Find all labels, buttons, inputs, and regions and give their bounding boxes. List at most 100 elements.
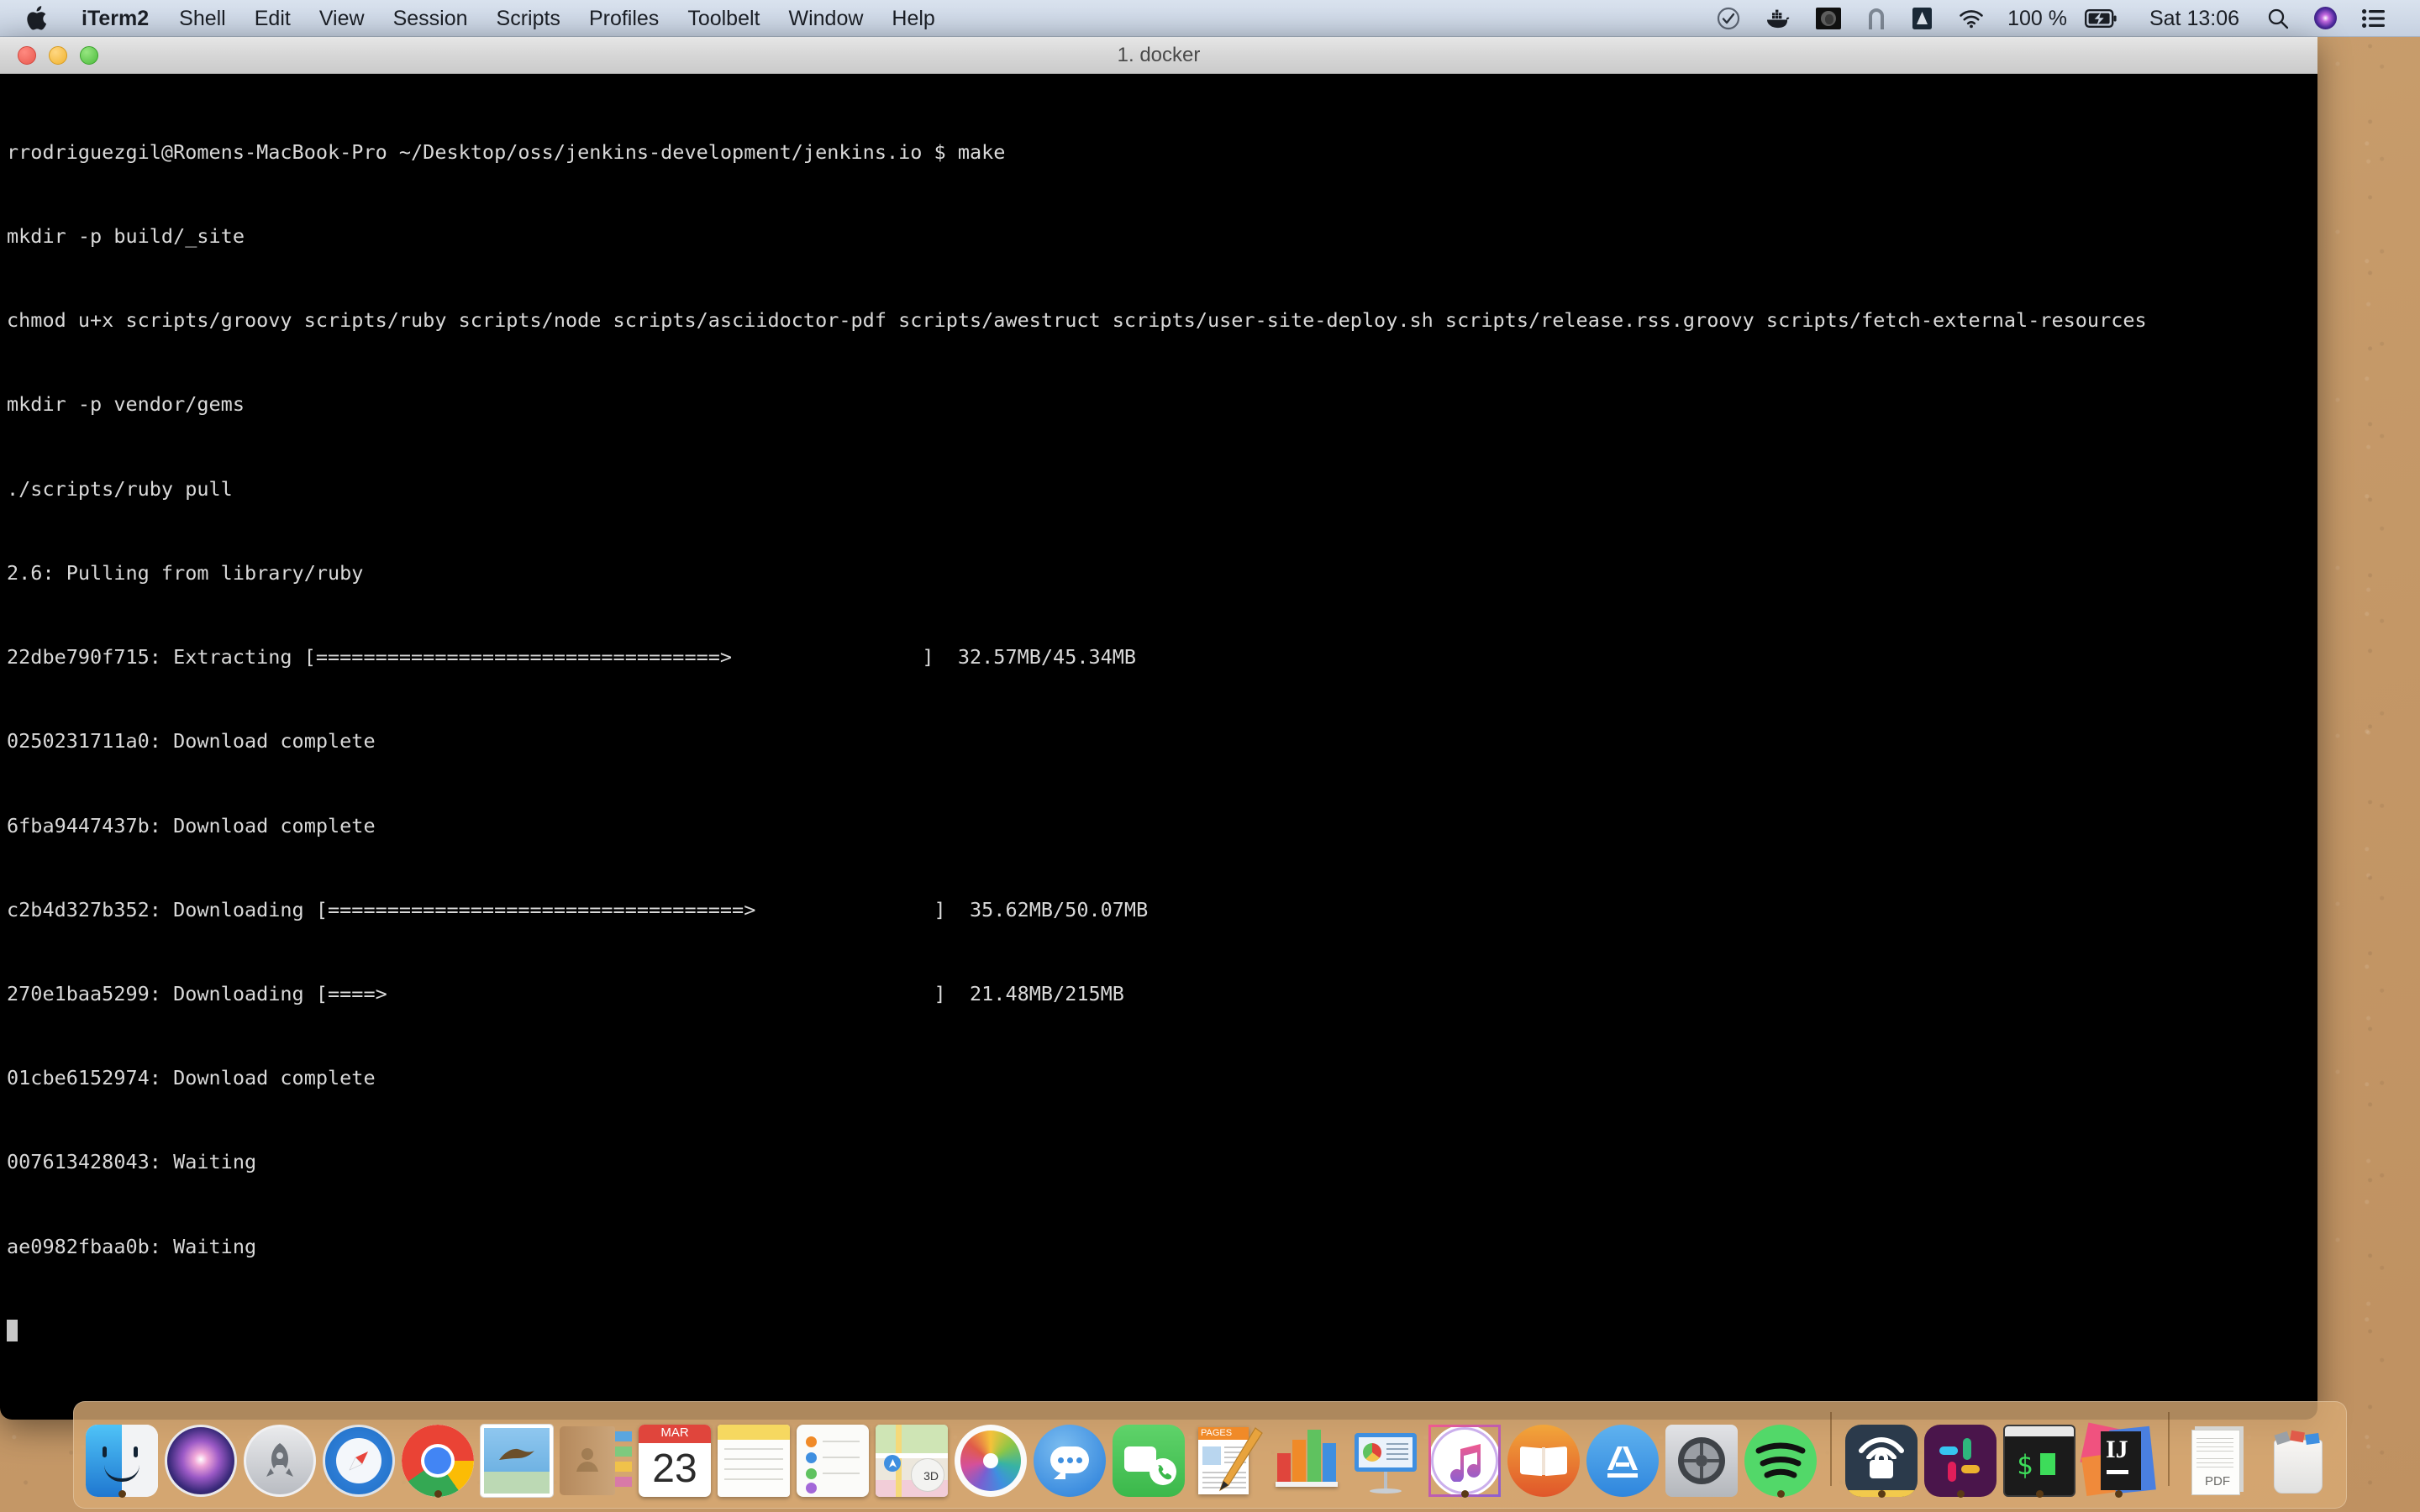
battery-charging-icon[interactable] (2072, 0, 2129, 37)
menu-bar-clock[interactable]: Sat 13:06 (2129, 0, 2254, 37)
mail-stamp-icon (481, 1425, 553, 1497)
siri-icon[interactable] (2302, 0, 2349, 37)
terminal-line: rrodriguezgil@Romens-MacBook-Pro ~/Deskt… (7, 139, 1006, 164)
dock-separator (1830, 1412, 1832, 1486)
keynote-icon (1349, 1425, 1422, 1497)
menu-item-edit[interactable]: Edit (240, 0, 305, 37)
menu-app-name[interactable]: iTerm2 (66, 0, 165, 37)
terminal-line: c2b4d327b352: Downloading [=============… (7, 897, 1149, 921)
dock-item-intellij-idea[interactable]: IJ (2079, 1400, 2158, 1503)
window-title: 1. docker (1117, 43, 1201, 66)
menu-item-help[interactable]: Help (877, 0, 949, 37)
dock-item-system-preferences[interactable] (1662, 1400, 1741, 1503)
maps-icon: 3D (876, 1425, 948, 1497)
terminal-line: 270e1baa5299: Downloading [====> ] 21.48… (7, 982, 1124, 1005)
dock-item-itunes[interactable] (1425, 1400, 1504, 1503)
running-indicator (434, 1490, 442, 1498)
running-indicator (118, 1490, 126, 1498)
block-cursor (7, 1319, 18, 1341)
running-indicator (1877, 1490, 1886, 1498)
messages-bubble-icon (1034, 1425, 1106, 1497)
docker-whale-icon[interactable] (1753, 0, 1803, 37)
notes-icon (718, 1425, 790, 1497)
running-indicator (1460, 1490, 1469, 1498)
google-drive-icon[interactable] (1899, 0, 1945, 37)
terminal-output[interactable]: rrodriguezgil@Romens-MacBook-Pro ~/Deskt… (0, 74, 2317, 1420)
dock-item-launchpad[interactable] (240, 1400, 319, 1503)
running-indicator (2035, 1490, 2044, 1498)
terminal-line: 01cbe6152974: Download complete (7, 1066, 376, 1090)
calendar-month-label: MAR (660, 1425, 689, 1440)
dock-item-finder[interactable] (82, 1400, 161, 1503)
itunes-note-icon (1428, 1425, 1501, 1497)
terminal-line: mkdir -p build/_site (7, 224, 245, 249)
dock-item-books[interactable] (1504, 1400, 1583, 1503)
terminal-line: 22dbe790f715: Extracting [==============… (7, 645, 1137, 669)
terminal-line: 6fba9447437b: Download complete (7, 813, 376, 837)
dock-item-slack[interactable] (1921, 1400, 2000, 1503)
dock-item-calendar[interactable]: MAR 23 (635, 1400, 714, 1503)
terminal-line: 2.6: Pulling from library/ruby (7, 560, 364, 585)
dock-item-safari[interactable] (319, 1400, 398, 1503)
dock-item-maps[interactable]: 3D (872, 1400, 951, 1503)
books-icon (1507, 1425, 1580, 1497)
contacts-book-icon (560, 1425, 632, 1497)
pdf-document-icon: PDF (2183, 1425, 2255, 1497)
calendar-day-label: 23 (652, 1446, 697, 1491)
facetime-icon (1113, 1425, 1185, 1497)
spotify-icon (1744, 1425, 1817, 1497)
dock: MAR 23 3D PAGES $ IJ PDF (73, 1401, 2347, 1509)
dock-item-vpn[interactable] (1842, 1400, 1921, 1503)
spotlight-search-icon[interactable] (2254, 0, 2302, 37)
running-indicator (1956, 1490, 1965, 1498)
menu-bar-left: iTerm2 Shell Edit View Session Scripts P… (0, 0, 950, 37)
menu-item-toolbelt[interactable]: Toolbelt (673, 0, 774, 37)
siri-icon (165, 1425, 237, 1497)
dock-item-contacts[interactable] (556, 1400, 635, 1503)
dock-item-numbers[interactable] (1267, 1400, 1346, 1503)
finder-icon (86, 1425, 158, 1497)
apple-logo-icon[interactable] (25, 5, 66, 31)
dock-item-photos[interactable] (951, 1400, 1030, 1503)
iterm2-window: 1. docker rrodriguezgil@Romens-MacBook-P… (0, 37, 2317, 1420)
numbers-chart-icon (1270, 1425, 1343, 1497)
dock-item-trash[interactable] (2259, 1400, 2338, 1503)
app-store-icon (1586, 1425, 1659, 1497)
dock-item-pages[interactable]: PAGES (1188, 1400, 1267, 1503)
dock-item-pdf-document[interactable]: PDF (2180, 1400, 2259, 1503)
dock-item-spotify[interactable] (1741, 1400, 1820, 1503)
dock-item-app-store[interactable] (1583, 1400, 1662, 1503)
wifi-icon[interactable] (1945, 0, 1997, 37)
arc-browser-icon[interactable] (1854, 0, 1899, 37)
battery-percent-label: 100 % (2007, 6, 2067, 30)
dock-item-chrome[interactable] (398, 1400, 477, 1503)
notification-center-icon[interactable] (2349, 0, 2398, 37)
terminal-prompt-icon: $ (2003, 1425, 2075, 1497)
menu-item-profiles[interactable]: Profiles (575, 0, 673, 37)
dock-item-iterm2[interactable]: $ (2000, 1400, 2079, 1503)
chrome-icon (402, 1425, 474, 1497)
tick-circle-icon[interactable] (1704, 0, 1753, 37)
dock-item-siri[interactable] (161, 1400, 240, 1503)
dock-item-mail[interactable] (477, 1400, 556, 1503)
dock-item-reminders[interactable] (793, 1400, 872, 1503)
terminal-line: chmod u+x scripts/groovy scripts/ruby sc… (7, 308, 2147, 333)
terminal-line: ae0982fbaa0b: Waiting (7, 1234, 257, 1258)
window-titlebar[interactable]: 1. docker (0, 37, 2317, 74)
launchpad-icon (244, 1425, 316, 1497)
dock-item-messages[interactable] (1030, 1400, 1109, 1503)
menu-item-scripts[interactable]: Scripts (482, 0, 575, 37)
dock-item-keynote[interactable] (1346, 1400, 1425, 1503)
menu-item-view[interactable]: View (305, 0, 379, 37)
menu-item-shell[interactable]: Shell (165, 0, 240, 37)
menu-item-session[interactable]: Session (379, 0, 482, 37)
pages-icon: PAGES (1192, 1425, 1264, 1497)
photos-pinwheel-icon (955, 1425, 1027, 1497)
vpn-lock-wifi-icon (1845, 1425, 1918, 1497)
terminal-line: mkdir -p vendor/gems (7, 392, 245, 417)
screenshot-thumbnail-icon[interactable] (1803, 0, 1854, 37)
menu-bar-status-area: 100 % Sat 13:06 (1704, 0, 2420, 37)
menu-item-window[interactable]: Window (774, 0, 877, 37)
dock-item-notes[interactable] (714, 1400, 793, 1503)
dock-item-facetime[interactable] (1109, 1400, 1188, 1503)
